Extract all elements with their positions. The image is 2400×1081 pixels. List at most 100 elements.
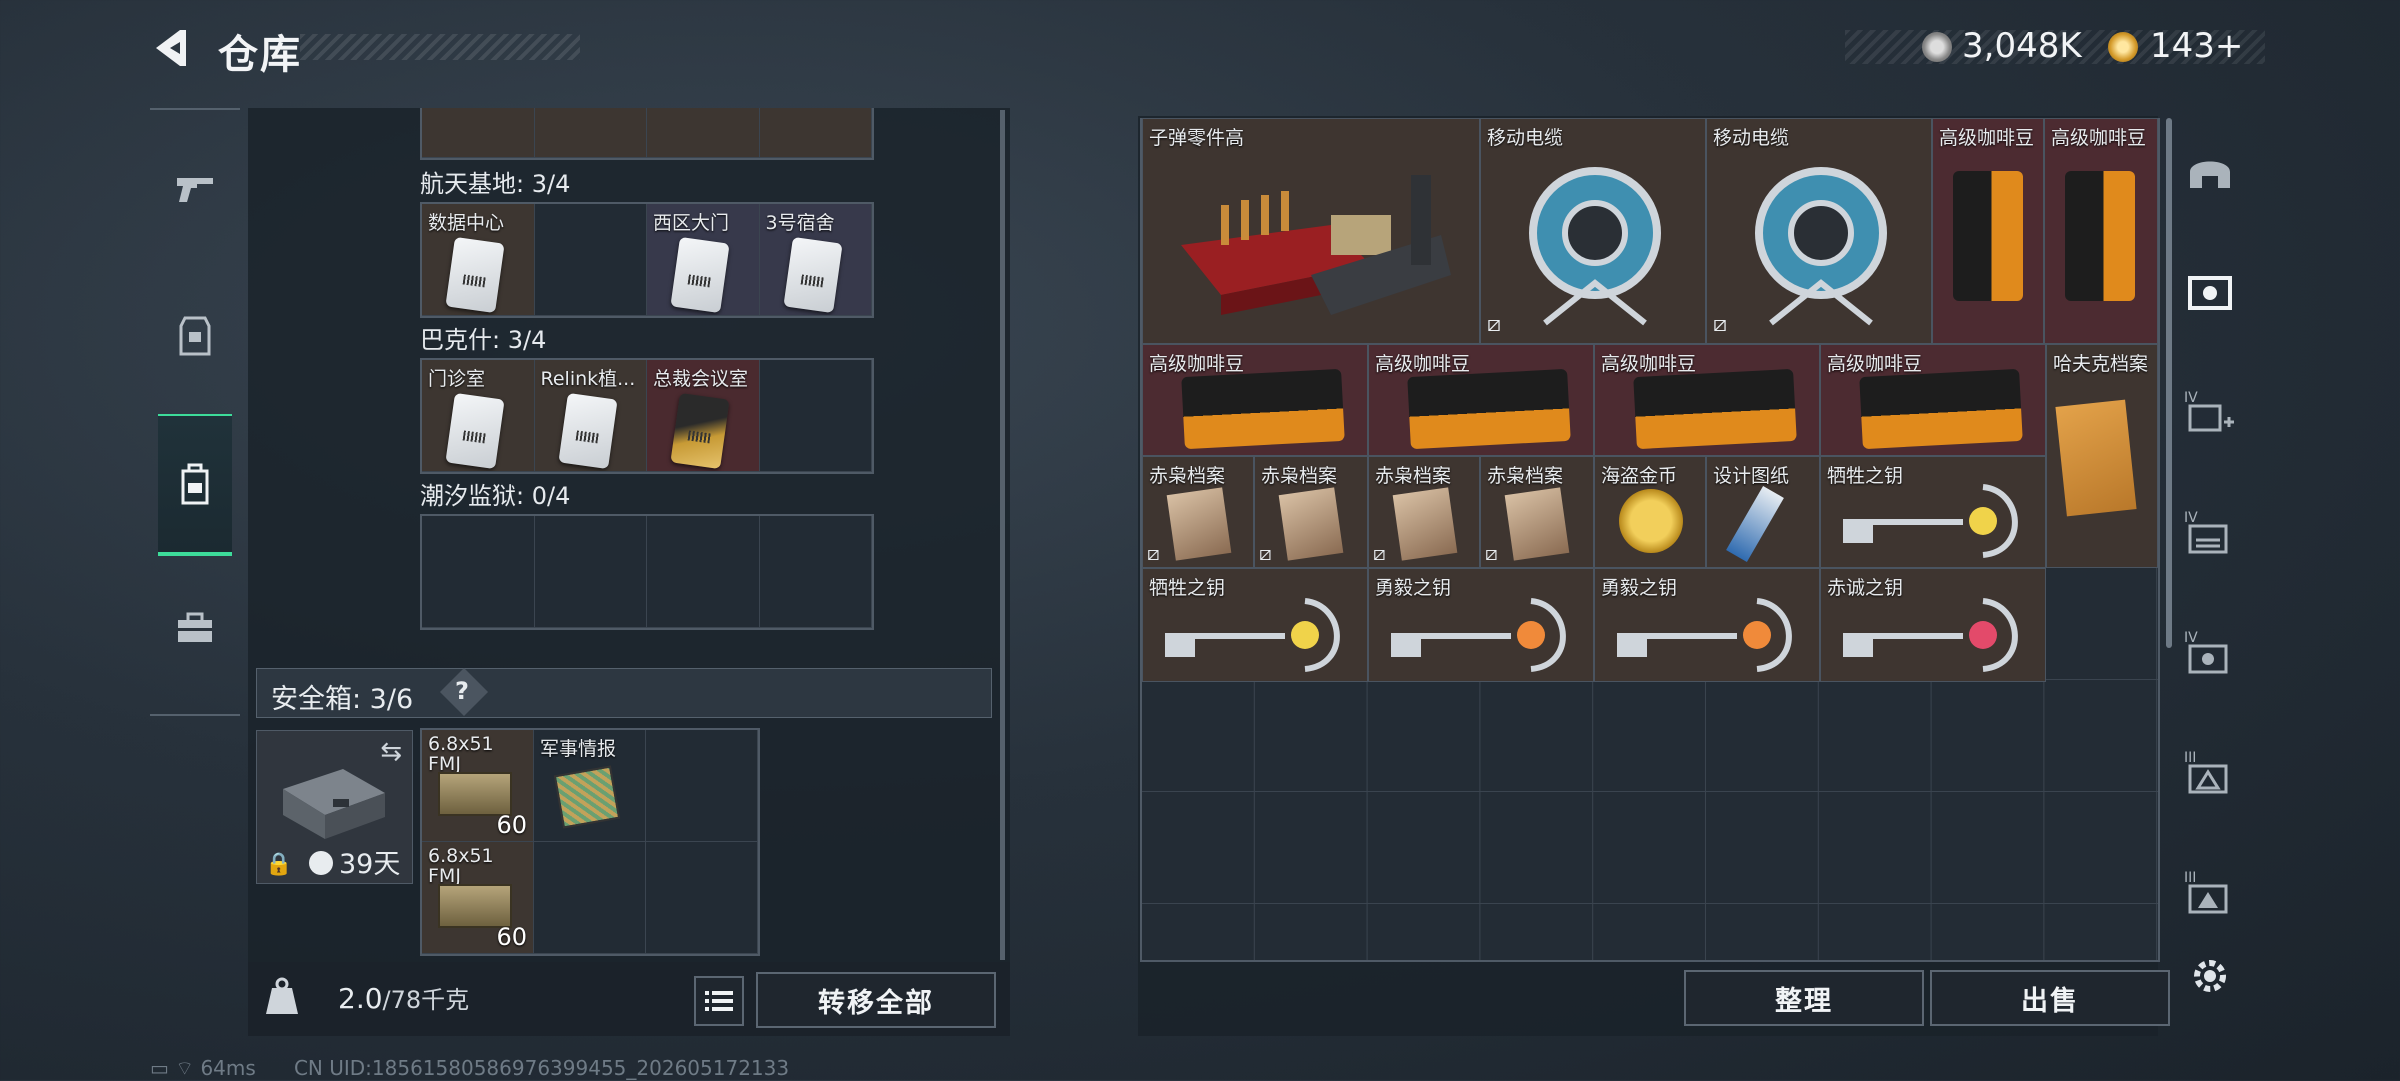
weight-max: /78千克 [382,986,470,1014]
keycard-icon [557,392,618,470]
safe-box-title: 安全箱: 3/6 [271,684,414,715]
unbound-icon: ⧄ [1147,541,1160,565]
tab-iv-storage[interactable]: IV [2184,510,2236,562]
keycard-slot[interactable] [422,108,535,158]
tab-backpack[interactable] [158,414,232,556]
ammo-item[interactable]: 6.8x51 FMJ 60 [422,842,534,954]
tab-iv-armor[interactable]: IV [2184,630,2236,682]
safe-slot-empty[interactable] [646,842,758,954]
tab-armor[interactable] [158,268,232,404]
clock-icon [309,851,333,875]
list-view-button[interactable] [694,976,744,1026]
coupon-value[interactable]: 143+ [2150,26,2243,66]
storage-item-coffee-beans[interactable]: 高级咖啡豆 [1368,344,1594,456]
keycard-slot[interactable] [647,108,760,158]
tab-helmet[interactable] [2184,148,2236,200]
tab-toolbox[interactable] [158,560,232,696]
file-icon [1166,487,1232,561]
military-intel-item[interactable]: 军事情报 [534,730,646,842]
safe-slot-empty[interactable] [646,730,758,842]
ammo-box-icon [438,772,512,816]
coffee-bag-icon [1859,368,2023,450]
keycard-slot-empty[interactable] [759,360,872,472]
storage-item-haavk-file[interactable]: 哈夫克档案 [2046,344,2158,568]
storage-item-red-owl-file[interactable]: 赤枭档案 ⧄ [1368,456,1480,568]
storage-item-sacrifice-key[interactable]: 牺牲之钥 [1820,456,2046,568]
keycard-west-gate[interactable]: 西区大门 [647,204,760,316]
section-title-space-base: 航天基地: 3/4 [420,170,571,198]
keycard-slot-empty[interactable] [534,516,647,628]
storage-item-pirate-coin[interactable]: 海盗金币 [1594,456,1706,568]
keycard-row-bakhsh: 门诊室 Relink植... 总裁会议室 [420,358,874,474]
safe-box-container[interactable]: ⇆ 🔒 39天 [256,730,413,884]
safe-box-header: 安全箱: 3/6 ? [256,667,992,718]
storage-scrollbar[interactable] [2166,118,2172,648]
ornate-key-icon [1617,598,1792,672]
keycard-relink[interactable]: Relink植... [534,360,647,472]
coffee-bag-icon [1953,171,2023,301]
transfer-all-button[interactable]: 转移全部 [756,972,996,1028]
back-arrow-icon [156,30,186,66]
keycard-slot-empty[interactable] [759,516,872,628]
ping-value: 64ms [200,1056,256,1080]
storage-item-coffee-beans[interactable]: 高级咖啡豆 [1820,344,2046,456]
section-title-bakhsh: 巴克什: 3/4 [420,326,547,354]
ornate-key-icon [1165,598,1340,672]
keycard-dorm-3[interactable]: 3号宿舍 [759,204,872,316]
delta-coin-icon[interactable] [2108,32,2138,62]
storage-item-sacrifice-key[interactable]: 牺牲之钥 [1142,568,1368,682]
storage-item-coffee-beans[interactable]: 高级咖啡豆 [1142,344,1368,456]
tab-iii-backpack[interactable]: III [2184,750,2236,802]
storage-item-red-owl-file[interactable]: 赤枭档案 ⧄ [1142,456,1254,568]
keycard-row-space-base: 数据中心 西区大门 3号宿舍 [420,202,874,318]
storage-item-coffee-beans[interactable]: 高级咖啡豆 [1932,118,2044,344]
file-icon [1504,487,1570,561]
unbound-icon: ⧄ [1485,541,1498,565]
storage-item-courage-key[interactable]: 勇毅之钥 [1368,568,1594,682]
keycard-row-partial [420,108,874,160]
ornate-key-icon [1391,598,1566,672]
help-icon[interactable]: ? [455,677,469,705]
backpack-icon [181,463,209,505]
swap-icon[interactable]: ⇆ [380,737,402,767]
list-icon [705,991,733,1011]
tab-armor-storage[interactable] [2184,268,2236,320]
keycard-ceo-meeting-room[interactable]: 总裁会议室 [647,360,760,472]
storage-item-courage-key[interactable]: 勇毅之钥 [1594,568,1820,682]
storage-item-bullet-parts[interactable]: 子弹零件高 [1142,118,1480,344]
lock-icon: 🔒 [265,852,293,877]
storage-item-sincerity-key[interactable]: 赤诚之钥 [1820,568,2046,682]
storage-item-red-owl-file[interactable]: 赤枭档案 ⧄ [1254,456,1368,568]
keycard-slot[interactable] [534,108,647,158]
keycard-slot[interactable] [759,108,872,158]
tab-iii-storage[interactable]: III [2184,870,2236,922]
storage-item-cable-reel[interactable]: 移动电缆 ⧄ [1480,118,1706,344]
money-value: 3,048K [1962,26,2082,66]
sort-button[interactable]: 整理 [1684,970,1924,1026]
keycard-slot-empty[interactable] [647,516,760,628]
keycard-slot-empty[interactable] [534,204,647,316]
keycard-data-center[interactable]: 数据中心 [422,204,535,316]
storage-item-coffee-beans[interactable]: 高级咖啡豆 [2044,118,2158,344]
ammo-item[interactable]: 6.8x51 FMJ 60 [422,730,534,842]
keycard-clinic[interactable]: 门诊室 [422,360,535,472]
sell-button[interactable]: 出售 [1930,970,2170,1026]
storage-item-red-owl-file[interactable]: 赤枭档案 ⧄ [1480,456,1594,568]
wifi-icon: ⌔ [175,1056,195,1080]
ammo-box-icon [438,884,512,928]
tab-iv-add[interactable]: IV [2184,390,2236,442]
weight-readout: 2.0/78千克 [338,980,469,1015]
keycard-slot-empty[interactable] [422,516,535,628]
left-scrollbar[interactable] [1000,110,1005,960]
tab-weapons[interactable] [158,120,232,256]
coffee-bag-icon [1633,368,1797,450]
storage-item-coffee-beans[interactable]: 高级咖啡豆 [1594,344,1820,456]
unbound-icon: ⧄ [1713,312,1727,337]
settings-button[interactable] [2188,954,2232,998]
safe-box-timer: 39天 [339,849,401,880]
back-button[interactable] [150,26,190,70]
storage-item-blueprint[interactable]: 设计图纸 [1706,456,1820,568]
section-title-tide-prison: 潮汐监狱: 0/4 [420,482,571,510]
safe-slot-empty[interactable] [534,842,646,954]
storage-item-cable-reel[interactable]: 移动电缆 ⧄ [1706,118,1932,344]
